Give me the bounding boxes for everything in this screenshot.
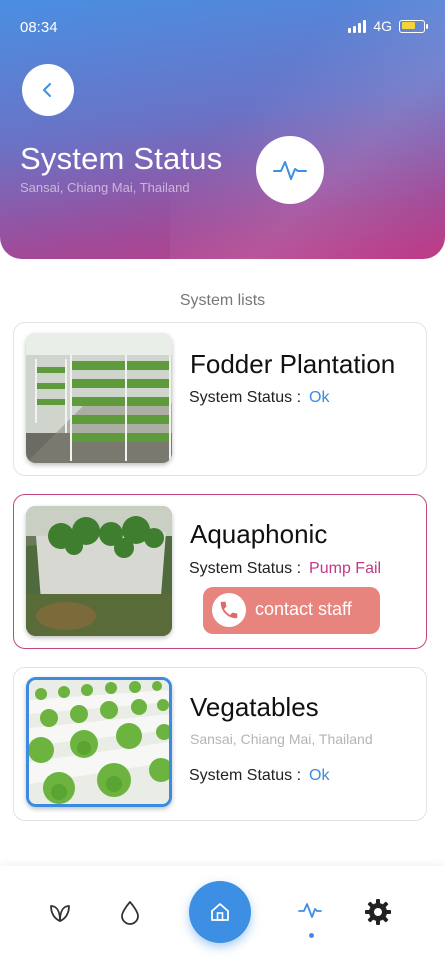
hydroponic-lettuce-photo — [26, 677, 172, 807]
card-title: Fodder Plantation — [190, 349, 396, 379]
back-button[interactable] — [22, 64, 74, 116]
bottom-nav — [0, 866, 445, 960]
water-drop-icon — [121, 901, 139, 925]
system-card-vegatables[interactable]: Vegatables Sansai, Chiang Mai, Thailand … — [13, 667, 427, 821]
status-value: Ok — [309, 767, 330, 784]
status-badge — [256, 136, 324, 204]
status-time: 08:34 — [20, 19, 58, 36]
header: 08:34 4G System Status Sansai, Chiang Ma… — [0, 0, 445, 259]
phone-icon-circle — [212, 593, 246, 627]
card-location: Sansai, Chiang Mai, Thailand — [190, 731, 373, 747]
home-icon — [211, 903, 229, 921]
nav-status[interactable] — [290, 890, 330, 930]
status-value: Ok — [309, 389, 330, 406]
contact-staff-button[interactable]: contact staff — [203, 587, 380, 634]
contact-staff-label: contact staff — [255, 599, 352, 619]
gear-icon — [365, 899, 391, 925]
active-indicator — [309, 933, 314, 938]
status-line: System Status : Ok — [189, 389, 330, 407]
status-value: Pump Fail — [309, 560, 382, 577]
battery-icon — [399, 19, 428, 33]
status-label: System Status : — [189, 767, 302, 784]
chevron-left-icon — [43, 83, 51, 97]
activity-pulse-icon — [298, 903, 322, 918]
status-label: System Status : — [189, 389, 302, 406]
page-subtitle: Sansai, Chiang Mai, Thailand — [20, 180, 190, 195]
card-title: Vegatables — [190, 692, 319, 722]
page-title: System Status — [20, 141, 223, 176]
system-card-aquaphonic[interactable]: Aquaphonic System Status : Pump Fail cont… — [13, 494, 427, 649]
system-status-screen: 08:34 4G System Status Sansai, Chiang Ma… — [0, 0, 445, 960]
status-indicators: 4G — [348, 18, 428, 34]
network-type: 4G — [373, 18, 392, 34]
phone-icon — [220, 601, 238, 619]
section-label: System lists — [179, 292, 266, 309]
status-bar: 08:34 4G — [0, 0, 445, 54]
activity-pulse-icon — [273, 161, 307, 180]
status-line: System Status : Pump Fail — [189, 560, 381, 578]
card-title: Aquaphonic — [190, 519, 328, 549]
status-label: System Status : — [189, 560, 302, 577]
leaf-icon — [50, 905, 70, 922]
status-line: System Status : Ok — [189, 767, 330, 785]
nav-plants[interactable] — [40, 892, 80, 932]
aquaponic-tank-photo — [26, 506, 172, 636]
nav-settings[interactable] — [358, 892, 398, 932]
system-card-fodder[interactable]: Fodder Plantation System Status : Ok — [13, 322, 427, 476]
nav-water[interactable] — [110, 892, 150, 932]
nav-home-button[interactable] — [189, 881, 251, 943]
signal-icon — [348, 19, 367, 33]
fodder-shelves-photo — [26, 333, 172, 463]
